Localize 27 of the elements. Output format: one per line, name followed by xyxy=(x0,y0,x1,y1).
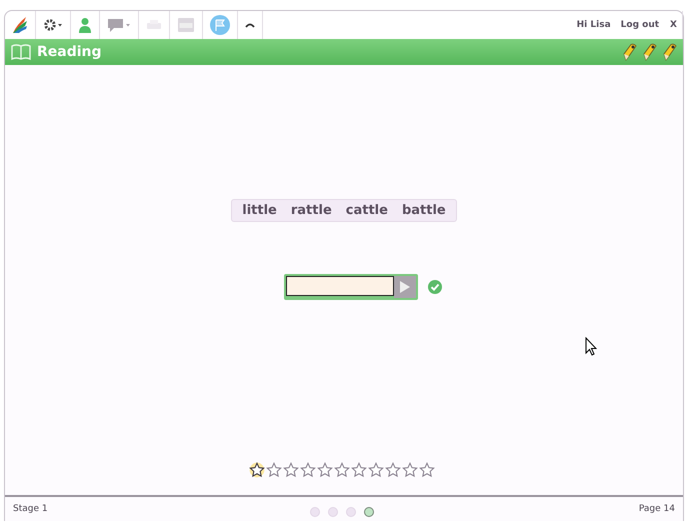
settings-icon[interactable] xyxy=(43,18,63,32)
flag-icon[interactable] xyxy=(210,15,230,35)
word-text: battle xyxy=(400,203,447,218)
cursor-icon xyxy=(585,337,597,356)
logout-link[interactable]: Log out xyxy=(616,20,664,30)
page-dot[interactable] xyxy=(364,507,374,517)
close-link[interactable]: X xyxy=(665,20,682,30)
greeting-text: Hi Lisa xyxy=(576,19,612,32)
user-icon[interactable] xyxy=(78,17,92,33)
answer-field[interactable] xyxy=(284,274,418,300)
word-text: rattle xyxy=(290,203,333,218)
pencil-icon xyxy=(643,43,657,61)
header-title: Reading xyxy=(37,44,102,60)
page-label: Page 14 xyxy=(638,504,675,514)
check-icon xyxy=(428,280,442,294)
calendar-icon[interactable] xyxy=(177,17,195,33)
pencil-icon xyxy=(663,43,677,61)
book-icon xyxy=(11,44,31,60)
caret-icon[interactable] xyxy=(245,22,255,28)
word-text: little xyxy=(241,203,278,218)
word-text: cattle xyxy=(344,203,389,218)
play-button[interactable] xyxy=(394,276,416,298)
stage-label: Stage 1 xyxy=(13,504,48,514)
speech-bubble-icon[interactable] xyxy=(107,17,131,33)
logo-icon[interactable] xyxy=(12,16,28,34)
play-icon[interactable] xyxy=(399,280,411,294)
pencil-icon xyxy=(623,43,637,61)
